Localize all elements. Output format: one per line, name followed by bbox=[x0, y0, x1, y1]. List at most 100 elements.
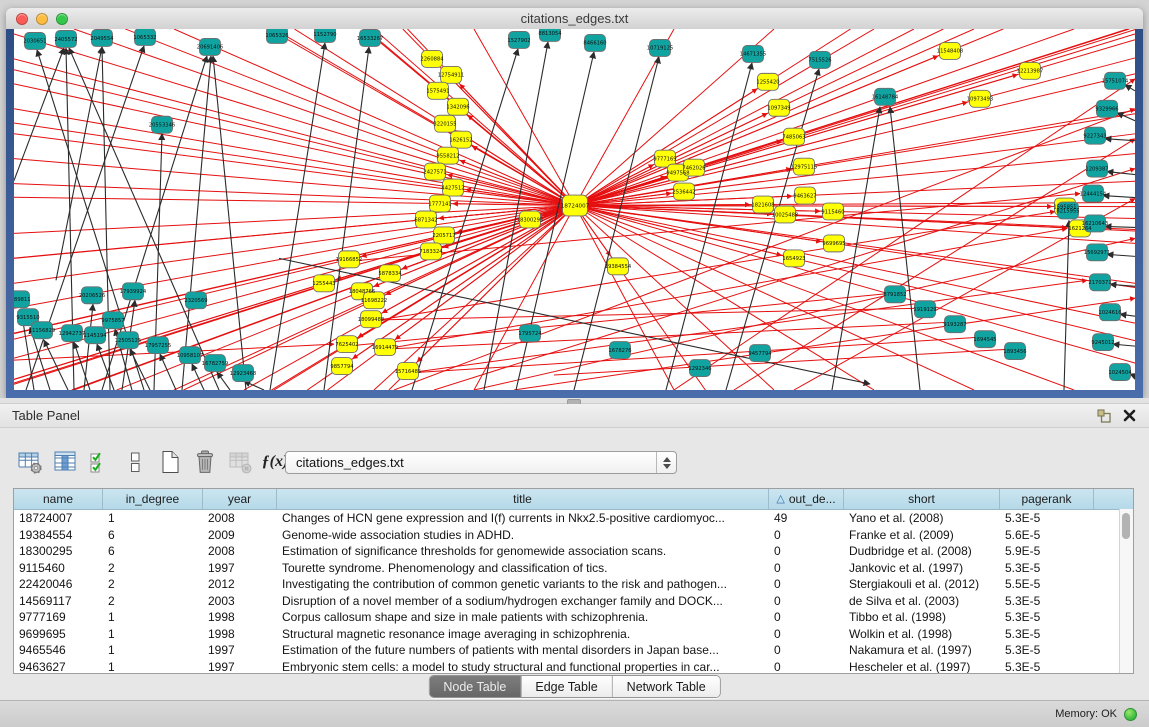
table-cell: Jankovic et al. (1997) bbox=[844, 560, 1000, 577]
svg-text:8466160: 8466160 bbox=[583, 41, 606, 47]
table-cell: 5.3E-5 bbox=[1000, 609, 1094, 626]
svg-text:1919129: 1919129 bbox=[913, 307, 936, 313]
table-scrollbar[interactable] bbox=[1119, 509, 1133, 673]
column-header-in_degree[interactable]: in_degree bbox=[103, 489, 203, 509]
table-cell: Estimation of significance thresholds fo… bbox=[277, 543, 769, 560]
table-cell: 5.3E-5 bbox=[1000, 642, 1094, 659]
table-cell: 1 bbox=[103, 626, 203, 643]
table-cell: 19384554 bbox=[14, 527, 103, 544]
table-cell: 1997 bbox=[203, 560, 277, 577]
svg-text:15692971: 15692971 bbox=[1084, 250, 1110, 256]
table-row[interactable]: 946554611997Estimation of the future num… bbox=[14, 642, 1133, 659]
svg-text:4589811: 4589811 bbox=[14, 297, 31, 303]
delete-column-icon[interactable] bbox=[226, 448, 254, 476]
table-cell: 1998 bbox=[203, 609, 277, 626]
column-header-short[interactable]: short bbox=[844, 489, 1000, 509]
column-header-pagerank[interactable]: pagerank bbox=[1000, 489, 1094, 509]
delete-table-icon[interactable] bbox=[191, 448, 219, 476]
table-row[interactable]: 2242004622012Investigating the contribut… bbox=[14, 576, 1133, 593]
column-header-name[interactable]: name bbox=[14, 489, 103, 509]
tab-node-table[interactable]: Node Table bbox=[429, 676, 520, 697]
svg-text:20206526: 20206526 bbox=[79, 293, 105, 299]
svg-text:1097349: 1097349 bbox=[767, 106, 790, 112]
tab-network-table[interactable]: Network Table bbox=[612, 676, 720, 697]
svg-text:7625402: 7625402 bbox=[335, 342, 358, 348]
table-cell: Dudbridge et al. (2008) bbox=[844, 543, 1000, 560]
svg-text:11156829: 11156829 bbox=[29, 328, 55, 334]
table-cell: 9463627 bbox=[14, 659, 103, 675]
svg-text:10025488: 10025488 bbox=[772, 212, 798, 218]
svg-text:1024504: 1024504 bbox=[1108, 370, 1132, 376]
table-cell: 1998 bbox=[203, 626, 277, 643]
svg-text:1152790: 1152790 bbox=[313, 32, 336, 38]
svg-text:2260884: 2260884 bbox=[420, 57, 444, 63]
svg-text:12444154: 12444154 bbox=[1080, 191, 1107, 197]
sort-ascending-icon bbox=[776, 494, 784, 505]
svg-text:8791852: 8791852 bbox=[883, 292, 906, 298]
table-row[interactable]: 1938455462009Genome-wide association stu… bbox=[14, 527, 1133, 544]
network-window-frame: 2030651240557220495541065332206914061065… bbox=[6, 29, 1143, 398]
table-cell: 0 bbox=[769, 576, 844, 593]
table-cell: 0 bbox=[769, 560, 844, 577]
table-row[interactable]: 1872400712008Changes of HCN gene express… bbox=[14, 510, 1133, 527]
table-settings-icon[interactable] bbox=[16, 448, 44, 476]
tab-edge-table[interactable]: Edge Table bbox=[520, 676, 611, 697]
table-cell: 1997 bbox=[203, 659, 277, 675]
svg-text:19166852: 19166852 bbox=[336, 257, 362, 263]
row-height-icon[interactable] bbox=[121, 448, 149, 476]
svg-text:2427571: 2427571 bbox=[423, 169, 446, 175]
table-cell: Hescheler et al. (1997) bbox=[844, 659, 1000, 675]
network-window-titlebar[interactable]: citations_edges.txt bbox=[6, 8, 1143, 30]
table-row[interactable]: 1830029562008Estimation of significance … bbox=[14, 543, 1133, 560]
table-row[interactable]: 977716911998Corpus callosum shape and si… bbox=[14, 609, 1133, 626]
new-table-icon[interactable] bbox=[156, 448, 184, 476]
table-scrollbar-thumb[interactable] bbox=[1122, 513, 1130, 539]
select-columns-icon[interactable] bbox=[86, 448, 114, 476]
svg-text:18300295: 18300295 bbox=[517, 217, 543, 223]
table-cell: Structural magnetic resonance image aver… bbox=[277, 626, 769, 643]
network-window: citations_edges.txt 20306512405572204955… bbox=[6, 8, 1143, 398]
table-cell: 1997 bbox=[203, 642, 277, 659]
table-cell: 22420046 bbox=[14, 576, 103, 593]
table-cell: 0 bbox=[769, 659, 844, 675]
svg-text:1065332: 1065332 bbox=[133, 35, 156, 41]
table-row[interactable]: 1456911722003Disruption of a novel membe… bbox=[14, 593, 1133, 610]
table-cell: Yano et al. (2008) bbox=[844, 510, 1000, 527]
svg-text:4427512: 4427512 bbox=[441, 185, 464, 191]
column-header-year[interactable]: year bbox=[203, 489, 277, 509]
svg-text:2320569: 2320569 bbox=[184, 298, 207, 304]
svg-text:9857794: 9857794 bbox=[330, 364, 354, 370]
table-cell: de Silva et al. (2003) bbox=[844, 593, 1000, 610]
table-row[interactable]: 946362711997Embryonic stem cells: a mode… bbox=[14, 659, 1133, 675]
svg-text:16914479: 16914479 bbox=[372, 345, 398, 351]
svg-text:7462026: 7462026 bbox=[682, 165, 705, 171]
network-table-selector[interactable]: citations_edges.txt bbox=[285, 451, 677, 474]
table-cell: 9699695 bbox=[14, 626, 103, 643]
svg-text:12754911: 12754911 bbox=[438, 73, 464, 79]
table-cell: 2003 bbox=[203, 593, 277, 610]
svg-text:20553346: 20553346 bbox=[149, 123, 175, 129]
table-row[interactable]: 911546021997Tourette syndrome. Phenomeno… bbox=[14, 560, 1133, 577]
table-cell: 0 bbox=[769, 527, 844, 544]
memory-status-label: Memory: OK bbox=[1055, 708, 1117, 720]
table-cell: Stergiakouli et al. (2012) bbox=[844, 576, 1000, 593]
svg-text:15751074: 15751074 bbox=[1102, 79, 1129, 85]
table-cell: Changes of HCN gene expression and I(f) … bbox=[277, 510, 769, 527]
svg-text:9777169: 9777169 bbox=[653, 156, 676, 162]
table-cell: Franke et al. (2009) bbox=[844, 527, 1000, 544]
close-panel-icon[interactable] bbox=[1122, 408, 1137, 423]
network-window-title: citations_edges.txt bbox=[6, 11, 1143, 26]
table-cell: 5.3E-5 bbox=[1000, 593, 1094, 610]
table-cell: 0 bbox=[769, 543, 844, 560]
svg-text:12213987: 12213987 bbox=[1017, 69, 1043, 75]
show-columns-icon[interactable] bbox=[51, 448, 79, 476]
network-table-selector-value: citations_edges.txt bbox=[296, 455, 404, 470]
table-row[interactable]: 969969511998Structural magnetic resonanc… bbox=[14, 626, 1133, 643]
column-header-title[interactable]: title bbox=[277, 489, 769, 509]
network-canvas[interactable]: 2030651240557220495541065332206914061065… bbox=[14, 29, 1135, 390]
float-panel-icon[interactable] bbox=[1097, 409, 1111, 423]
svg-text:15716485: 15716485 bbox=[395, 369, 421, 375]
table-cell: 9465546 bbox=[14, 642, 103, 659]
table-cell: 2008 bbox=[203, 543, 277, 560]
column-header-out_de[interactable]: out_de... bbox=[769, 489, 844, 509]
